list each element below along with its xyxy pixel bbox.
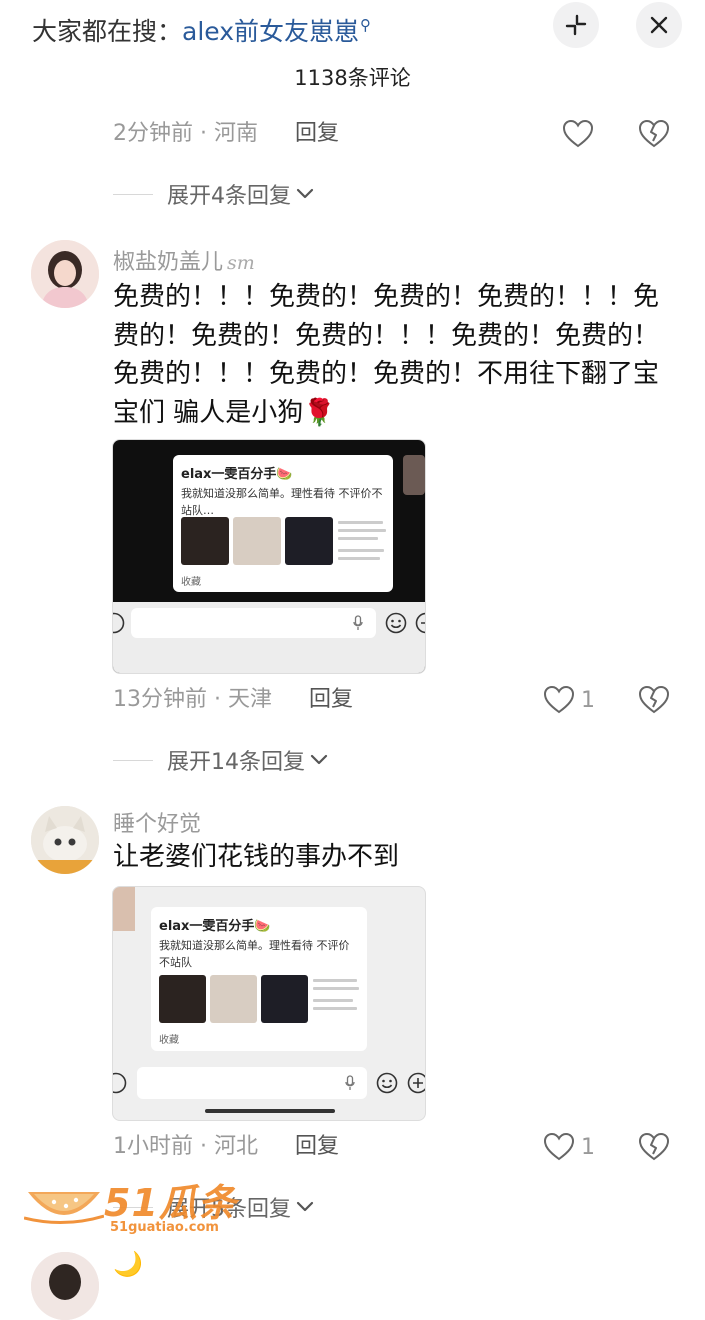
emoji-icon: [385, 612, 407, 634]
reply-button[interactable]: 回复: [295, 121, 339, 146]
avatar[interactable]: [31, 806, 99, 874]
comment-meta: 2分钟前 · 河南 回复: [113, 121, 340, 146]
watermelon-logo-icon: [24, 1192, 104, 1224]
comment-image[interactable]: elax一雯百分手🍉 我就知道没那么简单。理性看待 不评价不站队… 收藏: [112, 439, 426, 674]
reply-button[interactable]: 回复: [309, 687, 353, 712]
comment-time: 1小时前: [113, 1134, 193, 1159]
dislike-button[interactable]: [638, 1132, 670, 1162]
comment-meta: 13分钟前 · 天津 回复: [113, 687, 354, 712]
comment-location: 河南: [214, 121, 259, 146]
like-button[interactable]: 1: [543, 685, 595, 715]
avatar[interactable]: [31, 1252, 99, 1320]
close-button[interactable]: [636, 2, 682, 48]
broken-heart-icon: [638, 685, 670, 714]
watermark-brand: 51瓜条: [104, 1181, 237, 1225]
shared-post-title: elax一雯百分手🍉: [159, 919, 271, 934]
comment-count: 1138条评论: [294, 66, 411, 90]
dislike-button[interactable]: [638, 685, 670, 715]
plus-icon: [415, 612, 425, 634]
comment-location: 河北: [214, 1134, 259, 1159]
shared-post-text: 我就知道没那么简单。理性看待 不评价不站队: [159, 939, 350, 969]
thumbnail: [233, 517, 281, 565]
avatar-image: [31, 806, 99, 874]
like-count: 1: [581, 687, 595, 713]
microphone-icon: [353, 615, 363, 630]
avatar-image: [31, 1252, 99, 1320]
avatar[interactable]: [31, 240, 99, 308]
collect-label: 收藏: [181, 577, 201, 588]
expand-replies-label: 展开4条回复: [167, 184, 291, 209]
reply-button[interactable]: 回复: [295, 1134, 339, 1159]
thumbnail: [210, 975, 257, 1023]
comment-image[interactable]: elax一雯百分手🍉 我就知道没那么简单。理性看待 不评价不站队 收藏: [112, 886, 426, 1121]
username-text: 椒盐奶盖儿: [113, 250, 224, 275]
shared-post-title: elax一雯百分手🍉: [181, 467, 293, 482]
comment-meta: 1小时前 · 河北 回复: [113, 1134, 340, 1159]
like-button[interactable]: 1: [543, 1132, 595, 1162]
heart-icon: [543, 685, 575, 714]
search-suggestion-prefix: 大家都在搜：: [32, 17, 183, 46]
username[interactable]: 椒盐奶盖儿 sm: [113, 244, 255, 276]
chevron-down-icon: [310, 754, 328, 765]
rose-emoji: 🌹: [303, 397, 336, 428]
comment-time: 13分钟前: [113, 687, 207, 712]
user-tag: sm: [227, 252, 255, 274]
dislike-button[interactable]: [638, 119, 670, 149]
watermark-url: 51guatiao.com: [110, 1220, 219, 1235]
search-suggestion-term[interactable]: alex前女友崽崽: [182, 17, 359, 46]
expand-replies-button[interactable]: 展开4条回复: [113, 178, 315, 210]
comment-time: 2分钟前: [113, 121, 193, 146]
microphone-icon: [345, 1075, 355, 1090]
close-icon: [650, 16, 668, 34]
username-text: 睡个好觉: [113, 812, 202, 837]
avatar-image: [31, 240, 99, 308]
divider-dash: [113, 193, 153, 195]
chevron-down-icon: [296, 1201, 314, 1212]
search-suggestion[interactable]: 大家都在搜：alex前女友崽崽⚲: [32, 6, 371, 51]
home-indicator: [205, 1109, 335, 1113]
search-icon: ⚲: [360, 16, 372, 34]
like-count: 1: [581, 1134, 595, 1160]
heart-icon: [543, 1132, 575, 1161]
collapse-arrows-icon: [565, 14, 587, 36]
divider-dash: [113, 759, 153, 761]
watermark: 51瓜条 51guatiao.com: [24, 1172, 254, 1242]
comment-text: 让老婆们花钱的事办不到: [113, 842, 400, 872]
broken-heart-icon: [638, 119, 670, 148]
collect-label: 收藏: [159, 1035, 179, 1046]
comment-text: 免费的！！！免费的！免费的！免费的！！！免费的！免费的！免费的！！！免费的！免费…: [113, 278, 675, 432]
emoji-icon: [376, 1072, 398, 1094]
voice-icon: [113, 1072, 127, 1094]
broken-heart-icon: [638, 1132, 670, 1161]
chat-input: [131, 608, 376, 638]
thumbnail: [159, 975, 206, 1023]
comment-text-body: 免费的！！！免费的！免费的！免费的！！！免费的！免费的！免费的！！！免费的！免费…: [113, 282, 660, 428]
heart-icon: [562, 119, 594, 148]
moon-emoji: 🌙: [113, 1250, 143, 1278]
username[interactable]: 睡个好觉: [113, 806, 201, 838]
thumbnail: [285, 517, 333, 565]
collapse-button[interactable]: [553, 2, 599, 48]
expand-replies-button[interactable]: 展开14条回复: [113, 744, 329, 776]
chevron-down-icon: [296, 188, 314, 199]
shared-post-text: 我就知道没那么简单。理性看待 不评价不站队…: [181, 487, 383, 517]
thumbnail: [181, 517, 229, 565]
expand-replies-label: 展开14条回复: [167, 750, 305, 775]
like-button[interactable]: [562, 119, 594, 149]
thumbnail: [261, 975, 308, 1023]
voice-icon: [113, 612, 125, 634]
shared-post-card: elax一雯百分手🍉 我就知道没那么简单。理性看待 不评价不站队… 收藏: [173, 455, 393, 592]
chat-input: [137, 1067, 367, 1099]
shared-post-card: elax一雯百分手🍉 我就知道没那么简单。理性看待 不评价不站队 收藏: [151, 907, 367, 1051]
comment-location: 天津: [228, 687, 273, 712]
plus-icon: [407, 1072, 425, 1094]
